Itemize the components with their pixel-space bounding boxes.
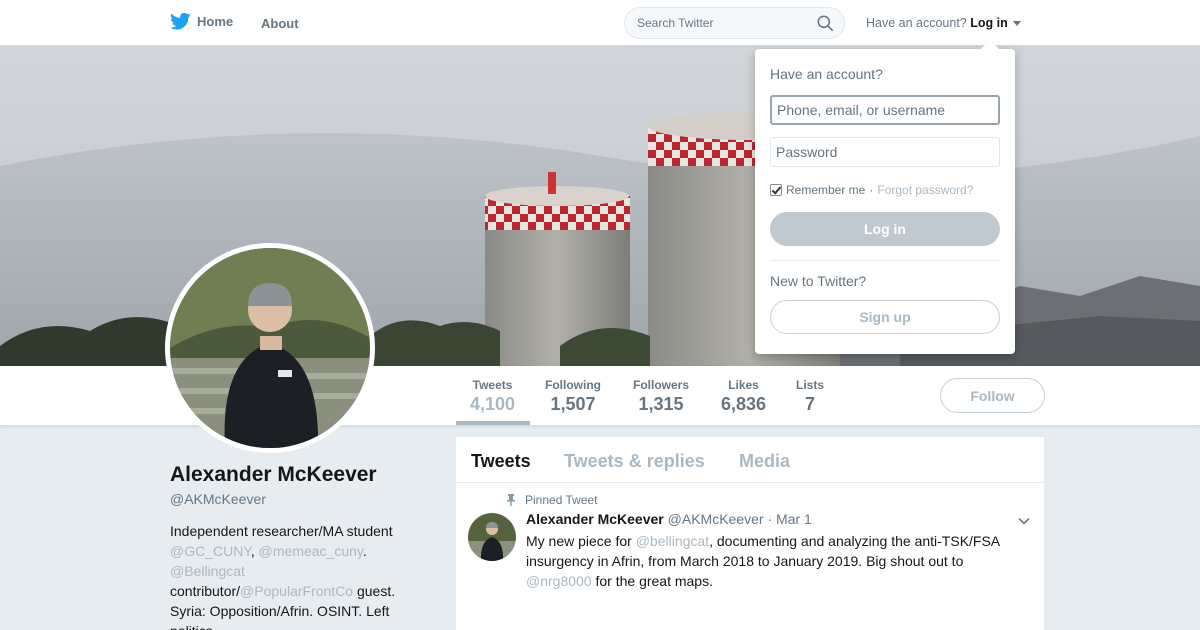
divider: [770, 260, 1000, 261]
password-field[interactable]: [770, 137, 1000, 167]
stat-label: Tweets: [472, 378, 513, 392]
nav-home-link[interactable]: Home: [170, 12, 233, 31]
profile-handle: @AKMcKeever: [170, 491, 266, 507]
profile-avatar[interactable]: [165, 243, 375, 453]
stat-value: 7: [805, 394, 816, 414]
pin-icon: [507, 494, 515, 506]
pinned-tweet-indicator: Pinned Tweet: [505, 493, 598, 507]
stat-label: Following: [545, 378, 601, 392]
stat-value: 1,507: [550, 394, 596, 414]
bio-mention-link[interactable]: @Bellingcat: [170, 563, 245, 579]
stat-followers[interactable]: Followers 1,315: [633, 378, 689, 415]
new-to-twitter-text: New to Twitter?: [770, 273, 867, 289]
tab-media[interactable]: Media: [739, 451, 790, 472]
nav-about-link[interactable]: About: [261, 16, 299, 31]
login-link[interactable]: Log in: [970, 16, 1008, 30]
login-menu-toggle[interactable]: Have an account? Log in: [866, 16, 1022, 30]
pinned-label: Pinned Tweet: [525, 493, 598, 507]
bio-mention-link[interactable]: @GC_CUNY: [170, 543, 251, 559]
timeline: Tweets Tweets & replies Media Pinned Twe…: [456, 437, 1044, 630]
forgot-password-link[interactable]: Forgot password?: [877, 183, 973, 197]
login-dropdown-title: Have an account?: [770, 66, 883, 82]
search-input[interactable]: [625, 8, 805, 38]
stat-label: Lists: [796, 378, 825, 392]
follow-button[interactable]: Follow: [940, 378, 1045, 413]
bio-mention-link[interactable]: @memeac_cuny: [259, 543, 363, 559]
tweet-text-segment: My new piece for: [526, 533, 636, 549]
stat-likes[interactable]: Likes 6,836: [721, 378, 766, 415]
tweet-text-segment: for the great maps.: [591, 573, 713, 589]
stat-value: 4,100: [470, 394, 516, 414]
remember-me-checkbox[interactable]: [770, 184, 782, 196]
tweet-text: My new piece for @bellingcat, documentin…: [526, 531, 1026, 591]
login-dropdown: Have an account? Remember me · Forgot pa…: [755, 40, 1015, 354]
tab-tweets-and-replies[interactable]: Tweets & replies: [564, 451, 705, 472]
stat-following[interactable]: Following 1,507: [545, 378, 601, 415]
bio-text: ,: [250, 543, 259, 559]
tab-tweets[interactable]: Tweets: [471, 451, 531, 472]
search-icon[interactable]: [817, 15, 834, 32]
timeline-tabs: Tweets Tweets & replies Media: [456, 437, 1044, 483]
bio-text: .: [362, 543, 367, 559]
tweet-timestamp[interactable]: · Mar 1: [767, 511, 811, 527]
username-field[interactable]: [770, 95, 1000, 125]
stat-value: 1,315: [638, 394, 684, 414]
tweet-header: Alexander McKeever @AKMcKeever · Mar 1: [526, 511, 812, 527]
chevron-down-icon[interactable]: [1016, 513, 1032, 529]
top-navigation-bar: Home About Have an account? Log in: [0, 0, 1200, 46]
tweet-author-avatar[interactable]: [468, 513, 516, 561]
caret-down-icon: [1013, 21, 1022, 27]
stat-tweets[interactable]: Tweets 4,100: [470, 378, 515, 415]
bio-text: contributor/: [170, 583, 241, 599]
stat-label: Followers: [633, 378, 690, 392]
tweet-mention-link[interactable]: @bellingcat: [636, 533, 709, 549]
tweet-author-name[interactable]: Alexander McKeever: [526, 511, 664, 527]
profile-bio: Independent researcher/MA student @GC_CU…: [170, 521, 430, 630]
separator-dot: ·: [869, 183, 874, 197]
remember-me-label[interactable]: Remember me: [786, 183, 865, 197]
profile-name: Alexander McKeever: [170, 463, 377, 486]
login-button[interactable]: Log in: [770, 212, 1000, 246]
nav-home-label: Home: [197, 14, 234, 29]
tweet-mention-link[interactable]: @nrg8000: [526, 573, 592, 589]
stat-label: Likes: [728, 378, 759, 392]
bio-text: Independent researcher/MA student: [170, 523, 393, 539]
stat-lists[interactable]: Lists 7: [796, 378, 824, 415]
stat-value: 6,836: [721, 394, 767, 414]
twitter-bird-icon: [170, 12, 191, 30]
remember-me-row: Remember me · Forgot password?: [770, 183, 973, 197]
bio-mention-link[interactable]: @PopularFrontCo: [240, 583, 353, 599]
have-account-text: Have an account?: [866, 16, 967, 30]
search-box: [624, 7, 845, 39]
signup-button[interactable]: Sign up: [770, 300, 1000, 334]
tweet-author-handle[interactable]: @AKMcKeever: [668, 511, 764, 527]
active-stat-underline: [456, 421, 530, 425]
